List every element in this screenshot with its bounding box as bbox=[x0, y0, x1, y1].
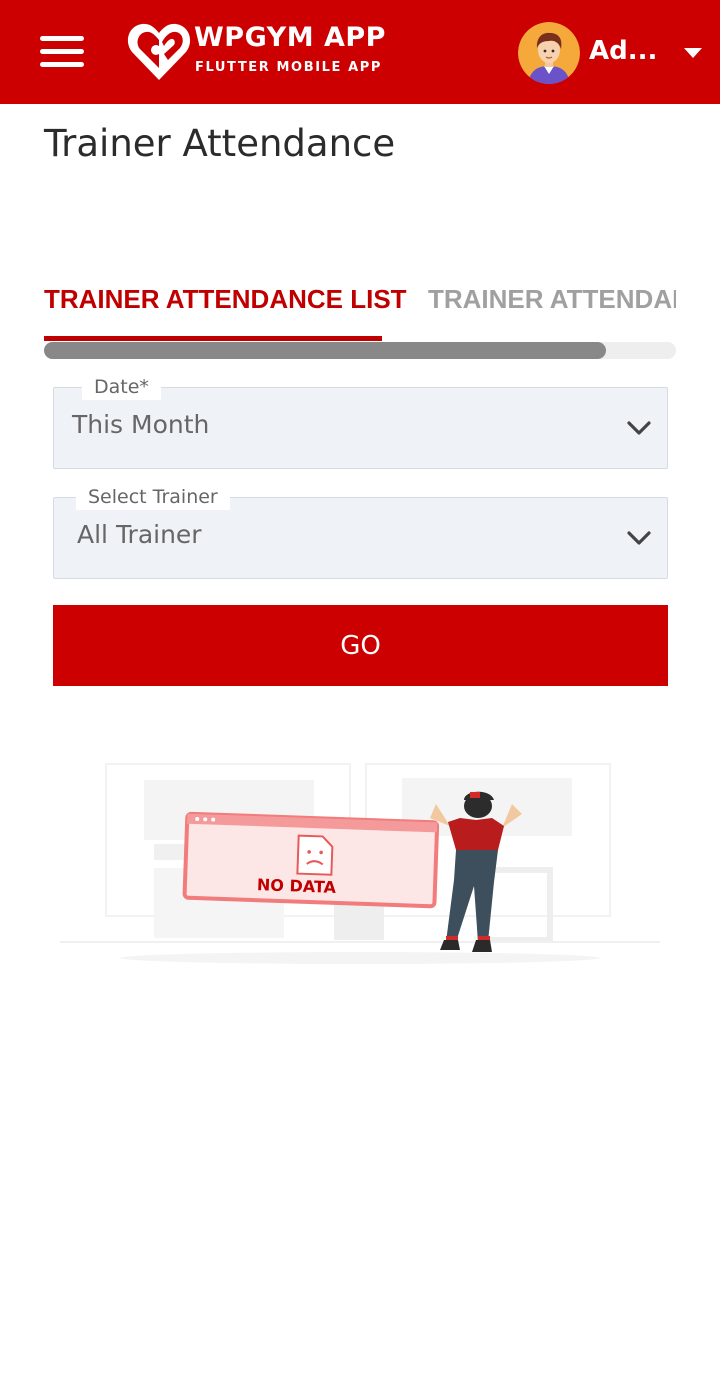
trainer-select[interactable]: Select Trainer All Trainer bbox=[53, 484, 668, 579]
user-avatar[interactable] bbox=[518, 22, 580, 84]
chevron-down-icon bbox=[627, 421, 651, 435]
active-tab-indicator bbox=[44, 336, 382, 341]
trainer-select-value: All Trainer bbox=[77, 520, 202, 549]
tab-scrollbar-thumb[interactable] bbox=[44, 342, 606, 359]
menu-icon[interactable] bbox=[38, 34, 86, 70]
tab-trainer-attendance-list[interactable]: TRAINER ATTENDANCE LIST bbox=[44, 284, 407, 315]
trainer-select-label: Select Trainer bbox=[76, 484, 230, 510]
caret-down-icon[interactable] bbox=[684, 48, 702, 58]
tab-bar: TRAINER ATTENDANCE LIST TRAINER ATTENDAN bbox=[44, 278, 676, 362]
user-name[interactable]: Ad... bbox=[589, 36, 657, 66]
app-logo: WPGYM APP FLUTTER MOBILE APP bbox=[126, 20, 396, 84]
app-title: WPGYM APP bbox=[194, 22, 386, 53]
no-data-text: NO DATA bbox=[257, 875, 337, 897]
date-select-label: Date* bbox=[82, 374, 161, 400]
brand-heart-logo-icon bbox=[127, 23, 191, 80]
go-button[interactable]: GO bbox=[53, 605, 668, 686]
date-select-value: This Month bbox=[72, 410, 210, 439]
chevron-down-icon bbox=[627, 531, 651, 545]
app-bar: WPGYM APP FLUTTER MOBILE APP Ad... bbox=[0, 0, 720, 104]
sad-document-icon bbox=[296, 834, 334, 876]
date-select[interactable]: Date* This Month bbox=[53, 374, 668, 469]
no-data-illustration: NO DATA bbox=[60, 763, 660, 964]
app-subtitle: FLUTTER MOBILE APP bbox=[195, 60, 383, 75]
page-title: Trainer Attendance bbox=[44, 122, 396, 165]
tab-trainer-attendance[interactable]: TRAINER ATTENDAN bbox=[428, 284, 676, 315]
